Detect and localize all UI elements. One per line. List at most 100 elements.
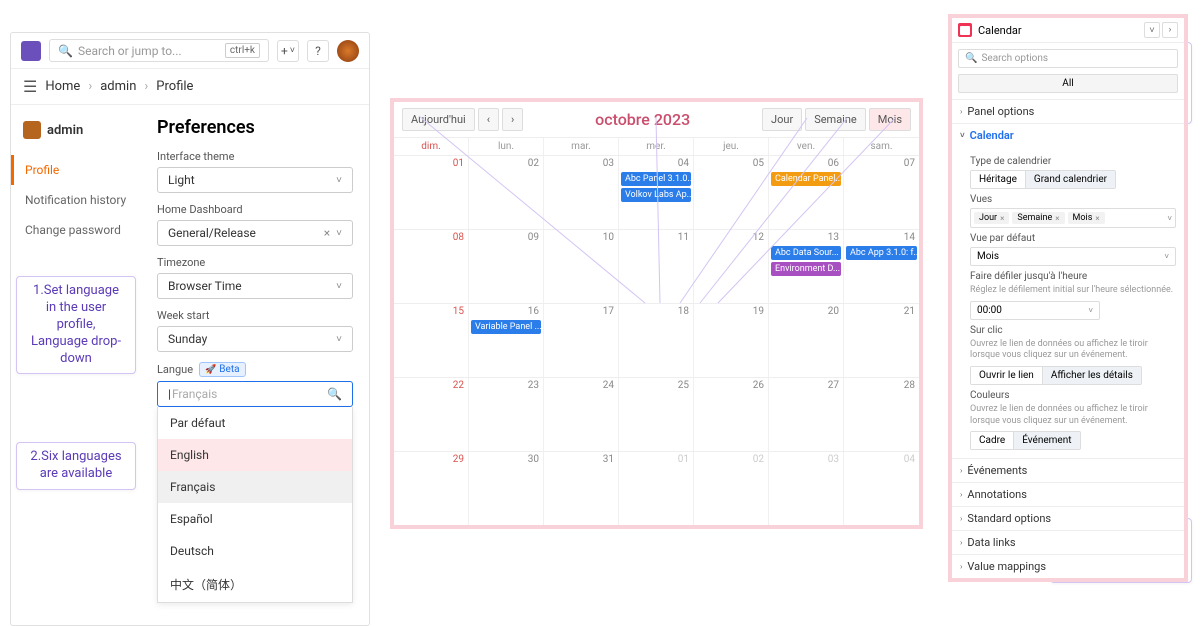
day-head: mar.	[544, 138, 619, 155]
next-button[interactable]: ›	[502, 108, 523, 131]
calendar-cell[interactable]: 12	[694, 230, 769, 303]
calendar-cell[interactable]: 28	[844, 378, 919, 451]
all-button[interactable]: All	[958, 74, 1178, 93]
calendar-event[interactable]: Environment D...	[771, 262, 841, 276]
lang-option-english[interactable]: English	[158, 439, 352, 471]
section-standard-options[interactable]: ›Standard options	[952, 506, 1184, 530]
help-button[interactable]: ?	[307, 40, 329, 62]
weekstart-select[interactable]: Sunday˅	[157, 326, 353, 352]
user-avatar[interactable]	[337, 40, 359, 62]
calendar-cell[interactable]: 03	[544, 156, 619, 229]
calendar-cell[interactable]: 18	[619, 304, 694, 377]
calendar-cell[interactable]: 31	[544, 452, 619, 525]
calendar-cell[interactable]: 06Calendar Panel...	[769, 156, 844, 229]
close-icon[interactable]: ×	[1055, 214, 1059, 223]
colors-event[interactable]: Événement	[1014, 432, 1079, 449]
calendar-cell[interactable]: 04Abc Panel 3.1.0...Volkov Labs Ap...	[619, 156, 694, 229]
scroll-label: Faire défiler jusqu'à l'heure	[970, 271, 1176, 282]
hamburger-icon[interactable]: ☰	[23, 77, 37, 96]
calendar-cell[interactable]: 09	[469, 230, 544, 303]
close-icon[interactable]: ×	[1000, 214, 1004, 223]
sidebar-item-profile[interactable]: Profile	[11, 155, 141, 185]
crumb-admin[interactable]: admin	[100, 79, 136, 94]
calendar-cell[interactable]: 23	[469, 378, 544, 451]
chevron-down-icon: ˅	[336, 175, 342, 186]
calendar-event[interactable]: Abc Panel 3.1.0...	[621, 172, 691, 186]
sidebar-item-password[interactable]: Change password	[11, 215, 141, 245]
caltype-grand[interactable]: Grand calendrier	[1026, 171, 1115, 188]
section-calendar[interactable]: ˅Calendar	[952, 123, 1184, 147]
dashboard-select[interactable]: General/Release × ˅	[157, 220, 353, 246]
section-data-links[interactable]: ›Data links	[952, 530, 1184, 554]
scroll-select[interactable]: 00:00˅	[970, 301, 1100, 320]
chevron-down-icon[interactable]: ˅	[1144, 22, 1160, 38]
calendar-cell[interactable]: 07	[844, 156, 919, 229]
calendar-cell[interactable]: 02	[469, 156, 544, 229]
prev-button[interactable]: ‹	[478, 108, 499, 131]
calendar-cell[interactable]: 21	[844, 304, 919, 377]
section-value-mappings[interactable]: ›Value mappings	[952, 554, 1184, 578]
calendar-cell[interactable]: 24	[544, 378, 619, 451]
close-icon[interactable]: ×	[1095, 214, 1099, 223]
calendar-cell[interactable]: 10	[544, 230, 619, 303]
section-panel-options[interactable]: ›Panel options	[952, 99, 1184, 123]
add-button[interactable]: +˅	[277, 40, 299, 62]
calendar-cell[interactable]: 01	[394, 156, 469, 229]
view-month[interactable]: Mois	[869, 108, 911, 131]
calendar-cell[interactable]: 25	[619, 378, 694, 451]
calendar-cell[interactable]: 03	[769, 452, 844, 525]
calendar-header: Aujourd'hui ‹ › octobre 2023 Jour Semain…	[394, 102, 919, 137]
calendar-cell[interactable]: 19	[694, 304, 769, 377]
lang-option-francais[interactable]: Français	[158, 471, 352, 503]
lang-option-espanol[interactable]: Español	[158, 503, 352, 535]
caltype-heritage[interactable]: Héritage	[971, 171, 1026, 188]
calendar-cell[interactable]: 13Abc Data Sour...Environment D...	[769, 230, 844, 303]
defaultview-select[interactable]: Mois˅	[970, 247, 1176, 266]
calendar-event[interactable]: Abc App 3.1.0: f...	[846, 246, 917, 260]
view-day[interactable]: Jour	[762, 108, 802, 131]
section-annotations[interactable]: ›Annotations	[952, 482, 1184, 506]
calendar-cell[interactable]: 08	[394, 230, 469, 303]
calendar-cell[interactable]: 15	[394, 304, 469, 377]
crumb-home[interactable]: Home	[45, 79, 80, 94]
today-button[interactable]: Aujourd'hui	[402, 108, 475, 131]
colors-label: Couleurs	[970, 390, 1176, 401]
lang-option-chinese[interactable]: 中文（简体）	[158, 567, 352, 602]
lang-option-default[interactable]: Par défaut	[158, 407, 352, 439]
calendar-cell[interactable]: 27	[769, 378, 844, 451]
calendar-cell[interactable]: 30	[469, 452, 544, 525]
chevron-right-icon[interactable]: ›	[1162, 22, 1178, 38]
calendar-cell[interactable]: 20	[769, 304, 844, 377]
calendar-cell[interactable]: 29	[394, 452, 469, 525]
global-search[interactable]: 🔍 Search or jump to... ctrl+k	[49, 39, 269, 62]
onclick-open[interactable]: Ouvrir le lien	[971, 367, 1043, 384]
search-icon: 🔍	[58, 44, 73, 58]
colors-frame[interactable]: Cadre	[971, 432, 1014, 449]
views-chips[interactable]: Jour× Semaine× Mois× ˅	[970, 208, 1176, 228]
calendar-cell[interactable]: 17	[544, 304, 619, 377]
calendar-event[interactable]: Volkov Labs Ap...	[621, 188, 691, 202]
theme-select[interactable]: Light˅	[157, 167, 353, 193]
calendar-cell[interactable]: 26	[694, 378, 769, 451]
calendar-cell[interactable]: 14Abc App 3.1.0: f...	[844, 230, 919, 303]
view-week[interactable]: Semaine	[805, 108, 866, 131]
calendar-event[interactable]: Variable Panel ...	[471, 320, 541, 334]
options-search[interactable]: 🔍 Search options	[958, 49, 1178, 68]
calendar-event[interactable]: Calendar Panel...	[771, 172, 841, 186]
calendar-cell[interactable]: 02	[694, 452, 769, 525]
calendar-event[interactable]: Abc Data Sour...	[771, 246, 841, 260]
calendar-cell[interactable]: 04	[844, 452, 919, 525]
calendar-cell[interactable]: 01	[619, 452, 694, 525]
calendar-cell[interactable]: 11	[619, 230, 694, 303]
lang-option-deutsch[interactable]: Deutsch	[158, 535, 352, 567]
timezone-select[interactable]: Browser Time˅	[157, 273, 353, 299]
section-events[interactable]: ›Événements	[952, 458, 1184, 482]
calendar-cell[interactable]: 05	[694, 156, 769, 229]
sidebar-item-notifications[interactable]: Notification history	[11, 185, 141, 215]
clear-icon[interactable]: ×	[324, 226, 330, 240]
calendar-cell[interactable]: 16Variable Panel ...	[469, 304, 544, 377]
onclick-details[interactable]: Afficher les détails	[1043, 367, 1141, 384]
calendar-cell[interactable]: 22	[394, 378, 469, 451]
language-input[interactable]: |Français 🔍	[157, 381, 353, 407]
rp-title: Calendar	[978, 24, 1022, 37]
